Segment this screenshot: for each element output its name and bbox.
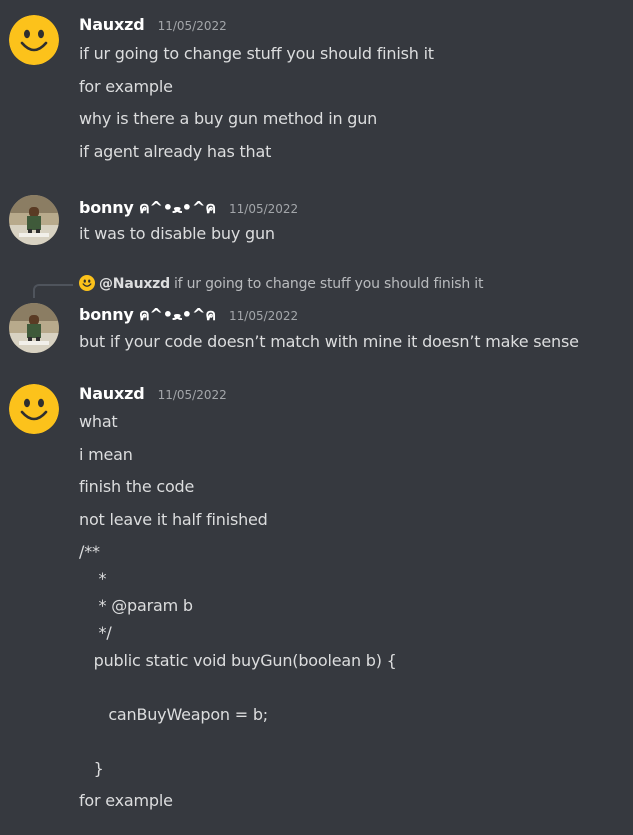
username[interactable]: Nauxzd [79,384,145,403]
message-text: it was to disable buy gun [79,224,275,243]
message-text: but if your code doesn’t match with mine… [79,332,579,351]
code-line: * @param b [79,596,193,615]
code-line: */ [79,623,112,642]
timestamp: 11/05/2022 [229,309,299,323]
timestamp: 11/05/2022 [157,388,227,402]
message-text: not leave it half finished [79,510,268,529]
reply-mention[interactable]: @Nauxzd [99,276,170,292]
reply-text: if ur going to change stuff you should f… [173,276,484,292]
code-line: public static void buyGun(boolean b) { [79,651,397,670]
code-line: * [79,569,107,588]
smiley-face-icon [79,275,95,291]
smiley-face-icon[interactable] [9,15,59,65]
code-line: /** [79,542,100,561]
message-header: Nauxzd 11/05/2022 [79,384,227,406]
user-photo-avatar[interactable] [9,303,59,353]
timestamp: 11/05/2022 [229,202,299,216]
reply-connector [33,284,73,298]
message-text: if ur going to change stuff you should f… [79,44,434,63]
username[interactable]: Nauxzd [79,15,145,34]
message-text: i mean [79,445,133,464]
code-line: canBuyWeapon = b; [79,705,268,724]
username[interactable]: bonny ค^•ﻌ•^ค [79,305,216,324]
message-text: for example [79,77,173,96]
message-text: if agent already has that [79,142,272,161]
code-line: } [79,759,104,778]
timestamp: 11/05/2022 [157,19,227,33]
message-header: Nauxzd 11/05/2022 [79,15,227,37]
message-text: what [79,412,118,431]
message-text: finish the code [79,477,195,496]
smiley-face-icon[interactable] [9,384,59,434]
message-header: bonny ค^•ﻌ•^ค 11/05/2022 [79,303,298,325]
message-header: bonny ค^•ﻌ•^ค 11/05/2022 [79,196,298,218]
message-text: for example [79,791,173,810]
username[interactable]: bonny ค^•ﻌ•^ค [79,198,216,217]
user-photo-avatar[interactable] [9,195,59,245]
reply-reference[interactable]: @Nauxzd if ur going to change stuff you s… [79,275,483,295]
message-text: why is there a buy gun method in gun [79,109,378,128]
